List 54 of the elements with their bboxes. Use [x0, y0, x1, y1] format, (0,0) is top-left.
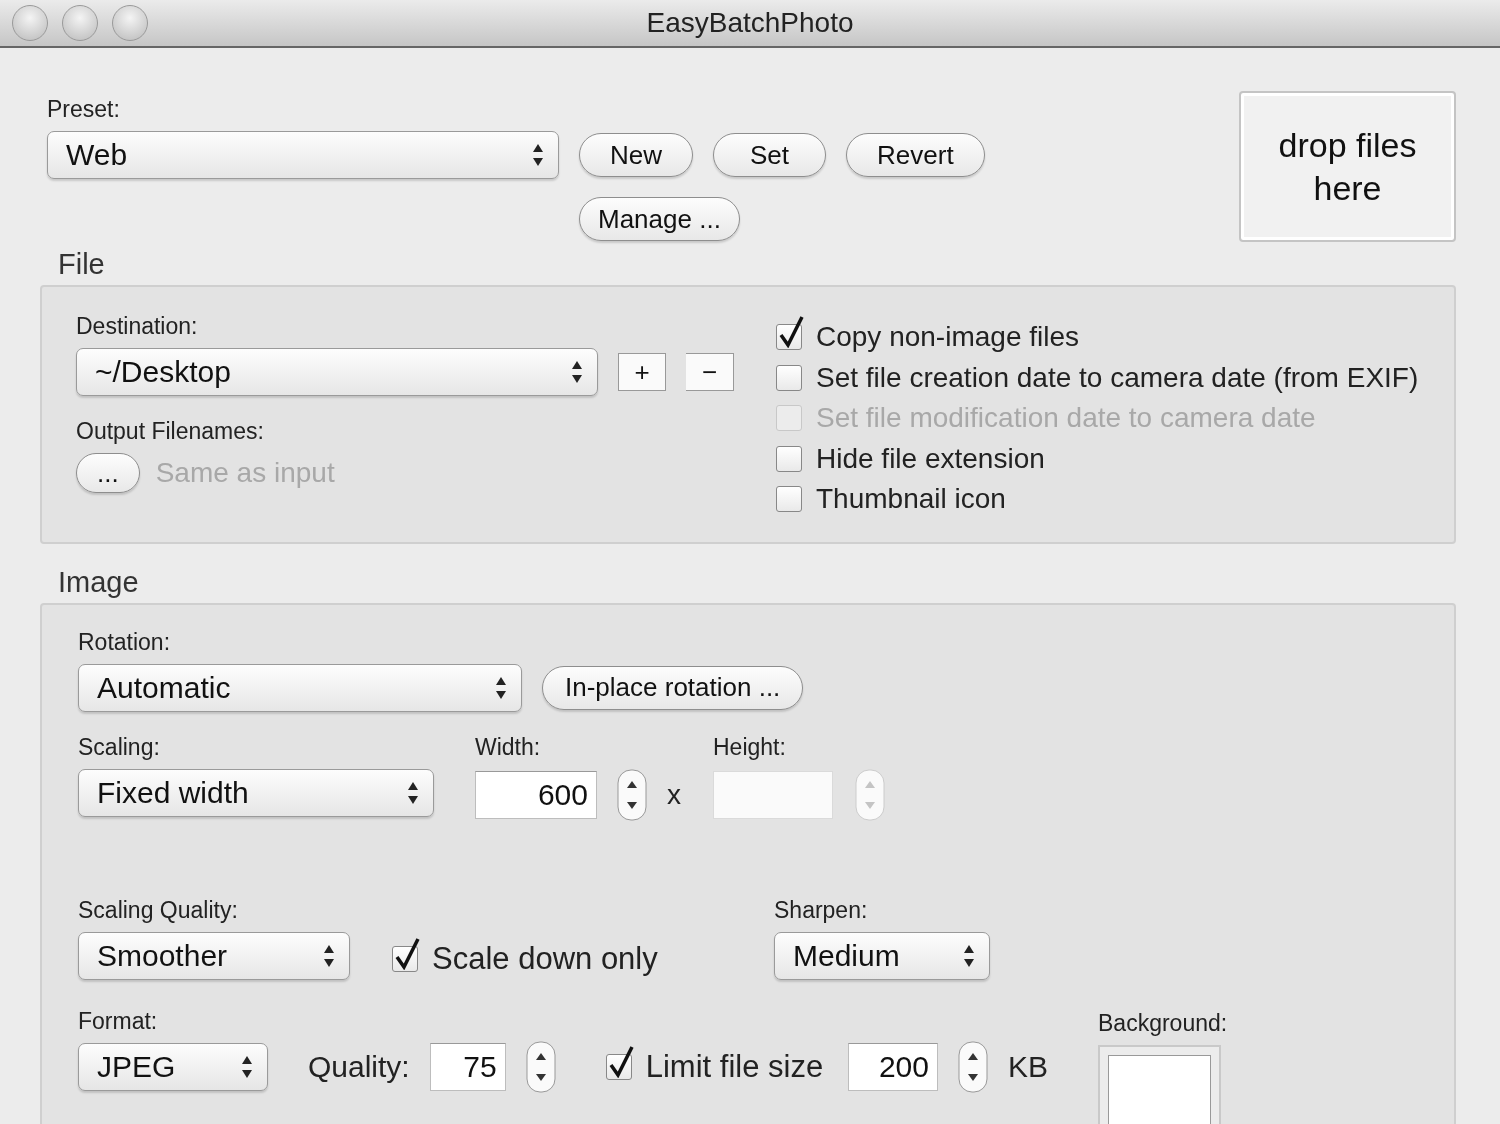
add-button[interactable]: + [618, 353, 666, 391]
push-button[interactable]: Set [713, 133, 827, 177]
popup-menu[interactable]: Medium [774, 931, 990, 980]
checkbox-label: Hide file extension [816, 442, 1045, 475]
field-label: Background: [1098, 1009, 1228, 1037]
push-button[interactable]: New [579, 133, 693, 177]
popup-menu[interactable]: JPEG [78, 1042, 268, 1091]
field-label: Destination: [76, 313, 199, 340]
quality-field[interactable]: 75 [429, 1042, 506, 1091]
field-label: Preset: [47, 96, 121, 123]
field-label: Width: [475, 733, 542, 761]
times-sign: x [667, 778, 681, 811]
section-title: File [58, 248, 105, 281]
field-label: Sharpen: [774, 896, 869, 924]
file-size-field[interactable]: 200 [848, 1042, 938, 1091]
popup-menu[interactable]: ~/Desktop [76, 348, 598, 396]
window-title: EasyBatchPhoto [646, 7, 854, 39]
checkbox[interactable] [392, 936, 420, 973]
remove-button[interactable]: − [686, 353, 734, 391]
field-label: Height: [713, 733, 787, 761]
checkbox-label: Scale down only [432, 941, 658, 978]
checkbox-label: Set file modification date to camera date [816, 402, 1316, 435]
checkbox[interactable] [605, 1043, 634, 1080]
popup-menu[interactable]: Automatic [78, 663, 522, 712]
popup-menu[interactable]: Web [47, 131, 559, 179]
checkbox[interactable] [776, 314, 804, 351]
unit-label: KB [1008, 1049, 1049, 1084]
push-button[interactable]: Revert [846, 133, 985, 177]
field-label: Scaling: [78, 733, 161, 761]
window-control-button[interactable] [12, 5, 48, 41]
drop-zone[interactable]: drop files here [1239, 91, 1456, 242]
section-title: Image [58, 565, 139, 599]
popup-menu[interactable]: Smoother [78, 931, 350, 980]
checkbox-label: Limit file size [645, 1048, 824, 1085]
popup-menu[interactable]: Fixed width [78, 768, 434, 817]
checkbox-label: Thumbnail icon [816, 483, 1006, 516]
color-well[interactable] [1098, 1044, 1222, 1124]
manage-button[interactable]: Manage ... [579, 197, 740, 241]
checkbox-label: Set file creation date to camera date (from EXIF) [816, 361, 1419, 394]
field-label: Rotation: [78, 628, 172, 656]
filename-format-value: Same as input [155, 457, 335, 489]
stepper[interactable] [958, 1040, 988, 1093]
field-label: Scaling Quality: [78, 896, 239, 924]
in-place-rotation-button[interactable]: In-place rotation ... [542, 665, 804, 710]
stepper[interactable] [525, 1040, 556, 1093]
window-control-button[interactable] [62, 5, 98, 41]
checkbox-label: Copy non-image files [816, 321, 1080, 354]
field-label: Output Filenames: [76, 418, 265, 445]
field-label: Format: [78, 1007, 159, 1035]
window-control-button[interactable] [112, 5, 148, 41]
stepper[interactable] [617, 768, 647, 821]
width-field[interactable]: 600 [475, 770, 597, 819]
field-label: Quality: [308, 1049, 410, 1084]
filename-format-button[interactable]: ... [76, 453, 140, 493]
